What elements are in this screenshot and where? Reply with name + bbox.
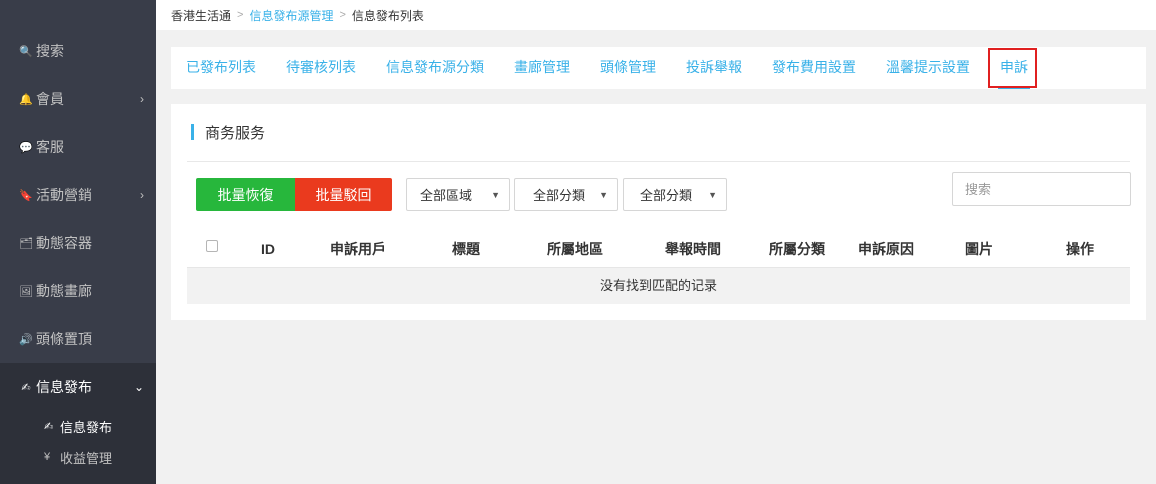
tab-published[interactable]: 已發布列表 <box>186 47 256 89</box>
category-select[interactable]: 全部分類 ▼ <box>514 178 618 211</box>
sidebar-subitem-revenue[interactable]: ¥ 收益管理 <box>0 442 156 472</box>
col-title[interactable]: 標題 <box>452 231 480 267</box>
sidebar-item-container[interactable]: 🗂 動態容器 <box>0 219 156 267</box>
sidebar-item-members[interactable]: 🔔 會員 › <box>0 75 156 123</box>
search-icon: 🔍 <box>19 45 33 58</box>
sidebar-item-gallery[interactable]: 🖼 動態畫廊 <box>0 267 156 315</box>
region-select-value: 全部區域 <box>420 188 473 203</box>
sidebar-item-service[interactable]: 💬 客服 <box>0 123 156 171</box>
tab-complaints[interactable]: 投訴舉報 <box>686 47 742 89</box>
tab-bar: 已發布列表 待審核列表 信息發布源分類 畫廊管理 頭條管理 投訴舉報 發布費用設… <box>171 47 1146 89</box>
sidebar-item-marketing[interactable]: 🔖 活動營銷 › <box>0 171 156 219</box>
sidebar-submenu: ✍ 信息發布 ¥ 收益管理 <box>0 411 156 484</box>
tab-appeal[interactable]: 申訴 <box>998 47 1030 89</box>
content-panel: 商务服务 批量恢復 批量駁回 全部區域 ▼ 全部分類 ▼ 全部分類 ▼ ID 申… <box>171 104 1146 320</box>
tab-fee-settings[interactable]: 發布費用設置 <box>772 47 856 89</box>
chevron-right-icon: › <box>140 92 144 106</box>
breadcrumb: 香港生活通 > 信息發布源管理 > 信息發布列表 <box>156 0 1156 30</box>
edit-check-icon: ✍ <box>44 420 54 433</box>
category-select-value: 全部分類 <box>533 188 586 203</box>
select-all-checkbox[interactable] <box>206 240 218 252</box>
bell-icon: 🔔 <box>19 93 33 106</box>
yen-icon: ¥ <box>44 451 51 463</box>
subcategory-select-value: 全部分類 <box>640 188 693 203</box>
sidebar-item-label: 搜索 <box>36 43 64 59</box>
col-id[interactable]: ID <box>261 231 275 267</box>
col-category[interactable]: 所屬分類 <box>769 231 825 267</box>
chevron-right-icon: › <box>140 188 144 202</box>
col-report-time[interactable]: 舉報時間 <box>665 231 721 267</box>
tab-headline-manage[interactable]: 頭條管理 <box>600 47 656 89</box>
sidebar-item-info-publish[interactable]: ✍ 信息發布 ⌄ <box>0 363 156 411</box>
col-actions[interactable]: 操作 <box>1066 231 1094 267</box>
col-image[interactable]: 圖片 <box>965 231 993 267</box>
image-icon: 🖼 <box>19 285 33 298</box>
sidebar-item-label: 動態容器 <box>36 235 92 251</box>
breadcrumb-separator-icon: > <box>237 9 244 21</box>
sidebar-item-label: 會員 <box>36 91 64 107</box>
caret-down-icon: ▼ <box>708 189 717 200</box>
tab-source-category[interactable]: 信息發布源分類 <box>386 47 484 89</box>
col-appeal-user[interactable]: 申訴用戶 <box>330 231 386 267</box>
divider <box>187 161 1130 162</box>
sidebar-item-label: 客服 <box>36 139 64 155</box>
caret-down-icon: ▼ <box>491 189 500 200</box>
region-select[interactable]: 全部區域 ▼ <box>406 178 510 211</box>
sidebar-subitem-label: 收益管理 <box>60 450 113 466</box>
breadcrumb-separator-icon: > <box>339 9 346 21</box>
caret-down-icon: ▼ <box>599 189 608 200</box>
table-header: ID 申訴用戶 標題 所屬地區 舉報時間 所屬分類 申訴原因 圖片 操作 <box>187 231 1130 268</box>
breadcrumb-home[interactable]: 香港生活通 <box>171 7 231 24</box>
bookmark-icon: 🔖 <box>19 189 33 202</box>
sidebar-item-label: 信息發布 <box>36 379 92 395</box>
sidebar-item-label: 活動營銷 <box>36 187 92 203</box>
edit-check-icon: ✍ <box>21 381 31 394</box>
search-input[interactable] <box>952 172 1131 206</box>
tab-gallery-manage[interactable]: 畫廊管理 <box>514 47 570 89</box>
sidebar-subitem-label: 信息發布 <box>60 419 113 435</box>
breadcrumb-source-manage[interactable]: 信息發布源管理 <box>249 7 333 24</box>
col-region[interactable]: 所屬地區 <box>547 231 603 267</box>
empty-row: 没有找到匹配的记录 <box>187 268 1130 304</box>
sidebar-item-search[interactable]: 🔍 搜索 <box>0 27 156 75</box>
sidebar: 🔍 搜索 🔔 會員 › 💬 客服 🔖 活動營銷 › 🗂 動態容器 🖼 動態畫廊 … <box>0 0 156 484</box>
sidebar-item-label: 頭條置頂 <box>36 331 92 347</box>
title-accent-bar <box>191 124 194 140</box>
chevron-down-icon: ⌄ <box>133 380 144 394</box>
speaker-icon: 🔊 <box>19 333 33 346</box>
batch-restore-button[interactable]: 批量恢復 <box>196 178 295 211</box>
sidebar-subitem-info-publish[interactable]: ✍ 信息發布 <box>0 411 156 441</box>
panel-title: 商务服务 <box>191 122 265 142</box>
tab-tips-settings[interactable]: 溫馨提示設置 <box>886 47 970 89</box>
col-appeal-reason[interactable]: 申訴原因 <box>858 231 914 267</box>
tab-pending[interactable]: 待審核列表 <box>286 47 356 89</box>
panel-title-text: 商务服务 <box>205 124 266 142</box>
breadcrumb-current: 信息發布列表 <box>351 8 424 23</box>
sidebar-item-label: 動態畫廊 <box>36 283 92 299</box>
subcategory-select[interactable]: 全部分類 ▼ <box>623 178 727 211</box>
chat-icon: 💬 <box>19 141 33 154</box>
batch-reject-button[interactable]: 批量駁回 <box>295 178 392 211</box>
sidebar-item-headline-top[interactable]: 🔊 頭條置頂 <box>0 315 156 363</box>
container-icon: 🗂 <box>19 237 33 250</box>
